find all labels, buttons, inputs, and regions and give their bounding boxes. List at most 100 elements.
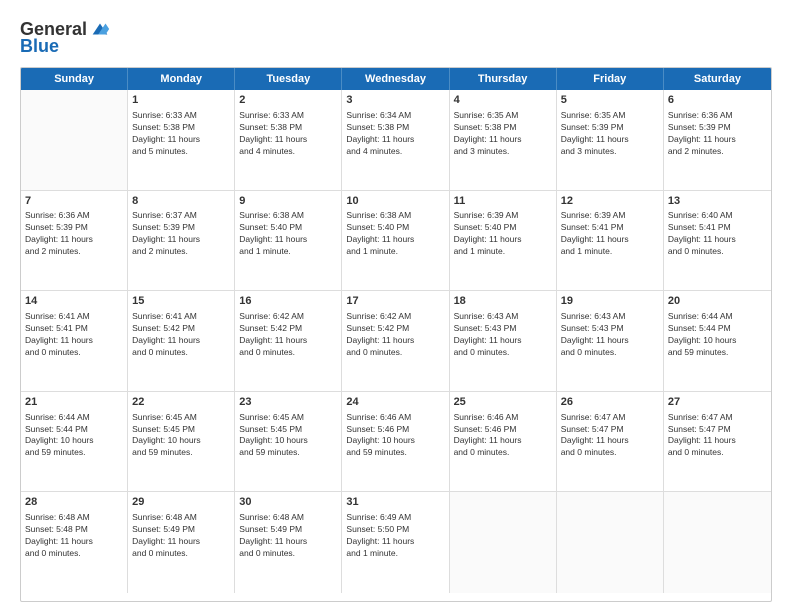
cell-info: Sunrise: 6:44 AM Sunset: 5:44 PM Dayligh… (668, 311, 767, 359)
calendar-cell (21, 90, 128, 190)
cell-info: Sunrise: 6:38 AM Sunset: 5:40 PM Dayligh… (346, 210, 444, 258)
day-number: 8 (132, 194, 230, 209)
cell-info: Sunrise: 6:45 AM Sunset: 5:45 PM Dayligh… (239, 412, 337, 460)
calendar-cell (664, 492, 771, 593)
cell-info: Sunrise: 6:33 AM Sunset: 5:38 PM Dayligh… (132, 110, 230, 158)
cell-info: Sunrise: 6:35 AM Sunset: 5:38 PM Dayligh… (454, 110, 552, 158)
calendar-cell: 18 Sunrise: 6:43 AM Sunset: 5:43 PM Dayli… (450, 291, 557, 391)
day-number: 25 (454, 395, 552, 410)
cell-info: Sunrise: 6:46 AM Sunset: 5:46 PM Dayligh… (346, 412, 444, 460)
header: General Blue (20, 18, 772, 57)
header-day-monday: Monday (128, 68, 235, 90)
cell-info: Sunrise: 6:48 AM Sunset: 5:49 PM Dayligh… (239, 512, 337, 560)
day-number: 31 (346, 495, 444, 510)
cell-info: Sunrise: 6:43 AM Sunset: 5:43 PM Dayligh… (454, 311, 552, 359)
cell-info: Sunrise: 6:34 AM Sunset: 5:38 PM Dayligh… (346, 110, 444, 158)
cell-info: Sunrise: 6:47 AM Sunset: 5:47 PM Dayligh… (561, 412, 659, 460)
cell-info: Sunrise: 6:48 AM Sunset: 5:49 PM Dayligh… (132, 512, 230, 560)
calendar-cell: 25 Sunrise: 6:46 AM Sunset: 5:46 PM Dayli… (450, 392, 557, 492)
header-day-wednesday: Wednesday (342, 68, 449, 90)
calendar-cell: 8Sunrise: 6:37 AM Sunset: 5:39 PM Daylig… (128, 191, 235, 291)
calendar-cell: 1Sunrise: 6:33 AM Sunset: 5:38 PM Daylig… (128, 90, 235, 190)
calendar-cell: 21 Sunrise: 6:44 AM Sunset: 5:44 PM Dayli… (21, 392, 128, 492)
cell-info: Sunrise: 6:47 AM Sunset: 5:47 PM Dayligh… (668, 412, 767, 460)
day-number: 17 (346, 294, 444, 309)
calendar-cell: 9Sunrise: 6:38 AM Sunset: 5:40 PM Daylig… (235, 191, 342, 291)
calendar-row-1: 1Sunrise: 6:33 AM Sunset: 5:38 PM Daylig… (21, 90, 771, 191)
header-day-thursday: Thursday (450, 68, 557, 90)
day-number: 22 (132, 395, 230, 410)
day-number: 14 (25, 294, 123, 309)
calendar-cell: 30 Sunrise: 6:48 AM Sunset: 5:49 PM Dayli… (235, 492, 342, 593)
calendar-cell: 5Sunrise: 6:35 AM Sunset: 5:39 PM Daylig… (557, 90, 664, 190)
day-number: 12 (561, 194, 659, 209)
calendar-cell (450, 492, 557, 593)
cell-info: Sunrise: 6:40 AM Sunset: 5:41 PM Dayligh… (668, 210, 767, 258)
calendar-cell: 24 Sunrise: 6:46 AM Sunset: 5:46 PM Dayli… (342, 392, 449, 492)
day-number: 3 (346, 93, 444, 108)
day-number: 4 (454, 93, 552, 108)
calendar-cell: 22Sunrise: 6:45 AM Sunset: 5:45 PM Dayli… (128, 392, 235, 492)
calendar-cell: 27 Sunrise: 6:47 AM Sunset: 5:47 PM Dayli… (664, 392, 771, 492)
day-number: 26 (561, 395, 659, 410)
cell-info: Sunrise: 6:43 AM Sunset: 5:43 PM Dayligh… (561, 311, 659, 359)
calendar-cell: 7Sunrise: 6:36 AM Sunset: 5:39 PM Daylig… (21, 191, 128, 291)
calendar-cell: 14 Sunrise: 6:41 AM Sunset: 5:41 PM Dayli… (21, 291, 128, 391)
day-number: 28 (25, 495, 123, 510)
day-number: 7 (25, 194, 123, 209)
header-day-friday: Friday (557, 68, 664, 90)
calendar-cell: 17Sunrise: 6:42 AM Sunset: 5:42 PM Dayli… (342, 291, 449, 391)
calendar-cell: 16 Sunrise: 6:42 AM Sunset: 5:42 PM Dayli… (235, 291, 342, 391)
day-number: 18 (454, 294, 552, 309)
cell-info: Sunrise: 6:36 AM Sunset: 5:39 PM Dayligh… (25, 210, 123, 258)
calendar-cell: 4 Sunrise: 6:35 AM Sunset: 5:38 PM Daylig… (450, 90, 557, 190)
calendar-cell: 19Sunrise: 6:43 AM Sunset: 5:43 PM Dayli… (557, 291, 664, 391)
day-number: 15 (132, 294, 230, 309)
calendar-cell: 20 Sunrise: 6:44 AM Sunset: 5:44 PM Dayli… (664, 291, 771, 391)
calendar: SundayMondayTuesdayWednesdayThursdayFrid… (20, 67, 772, 602)
calendar-row-3: 14 Sunrise: 6:41 AM Sunset: 5:41 PM Dayli… (21, 291, 771, 392)
day-number: 29 (132, 495, 230, 510)
day-number: 20 (668, 294, 767, 309)
calendar-cell: 31Sunrise: 6:49 AM Sunset: 5:50 PM Dayli… (342, 492, 449, 593)
calendar-header: SundayMondayTuesdayWednesdayThursdayFrid… (21, 68, 771, 90)
cell-info: Sunrise: 6:44 AM Sunset: 5:44 PM Dayligh… (25, 412, 123, 460)
calendar-cell (557, 492, 664, 593)
day-number: 24 (346, 395, 444, 410)
calendar-body: 1Sunrise: 6:33 AM Sunset: 5:38 PM Daylig… (21, 90, 771, 593)
calendar-cell: 12Sunrise: 6:39 AM Sunset: 5:41 PM Dayli… (557, 191, 664, 291)
calendar-cell: 23 Sunrise: 6:45 AM Sunset: 5:45 PM Dayli… (235, 392, 342, 492)
day-number: 2 (239, 93, 337, 108)
calendar-cell: 28 Sunrise: 6:48 AM Sunset: 5:48 PM Dayli… (21, 492, 128, 593)
calendar-cell: 3 Sunrise: 6:34 AM Sunset: 5:38 PM Daylig… (342, 90, 449, 190)
calendar-cell: 13Sunrise: 6:40 AM Sunset: 5:41 PM Dayli… (664, 191, 771, 291)
cell-info: Sunrise: 6:46 AM Sunset: 5:46 PM Dayligh… (454, 412, 552, 460)
day-number: 16 (239, 294, 337, 309)
cell-info: Sunrise: 6:35 AM Sunset: 5:39 PM Dayligh… (561, 110, 659, 158)
day-number: 11 (454, 194, 552, 209)
header-day-sunday: Sunday (21, 68, 128, 90)
day-number: 30 (239, 495, 337, 510)
calendar-cell: 6Sunrise: 6:36 AM Sunset: 5:39 PM Daylig… (664, 90, 771, 190)
calendar-cell: 11Sunrise: 6:39 AM Sunset: 5:40 PM Dayli… (450, 191, 557, 291)
day-number: 9 (239, 194, 337, 209)
page: General Blue SundayMondayTuesdayWednesda… (0, 0, 792, 612)
cell-info: Sunrise: 6:48 AM Sunset: 5:48 PM Dayligh… (25, 512, 123, 560)
day-number: 21 (25, 395, 123, 410)
calendar-cell: 10Sunrise: 6:38 AM Sunset: 5:40 PM Dayli… (342, 191, 449, 291)
day-number: 23 (239, 395, 337, 410)
header-day-saturday: Saturday (664, 68, 771, 90)
cell-info: Sunrise: 6:41 AM Sunset: 5:42 PM Dayligh… (132, 311, 230, 359)
cell-info: Sunrise: 6:42 AM Sunset: 5:42 PM Dayligh… (239, 311, 337, 359)
cell-info: Sunrise: 6:41 AM Sunset: 5:41 PM Dayligh… (25, 311, 123, 359)
cell-info: Sunrise: 6:39 AM Sunset: 5:41 PM Dayligh… (561, 210, 659, 258)
calendar-cell: 26 Sunrise: 6:47 AM Sunset: 5:47 PM Dayli… (557, 392, 664, 492)
header-day-tuesday: Tuesday (235, 68, 342, 90)
calendar-cell: 29 Sunrise: 6:48 AM Sunset: 5:49 PM Dayli… (128, 492, 235, 593)
day-number: 27 (668, 395, 767, 410)
cell-info: Sunrise: 6:37 AM Sunset: 5:39 PM Dayligh… (132, 210, 230, 258)
cell-info: Sunrise: 6:33 AM Sunset: 5:38 PM Dayligh… (239, 110, 337, 158)
cell-info: Sunrise: 6:39 AM Sunset: 5:40 PM Dayligh… (454, 210, 552, 258)
day-number: 10 (346, 194, 444, 209)
calendar-row-4: 21 Sunrise: 6:44 AM Sunset: 5:44 PM Dayli… (21, 392, 771, 493)
